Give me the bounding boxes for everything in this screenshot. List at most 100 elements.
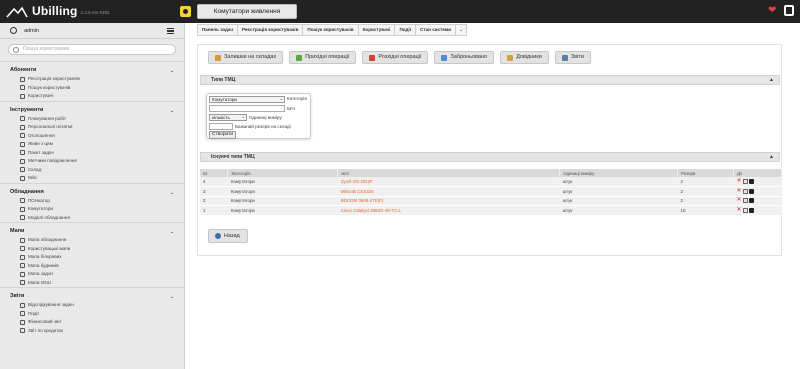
menu-toggle-icon[interactable] — [167, 28, 174, 34]
chevron-down-icon[interactable]: ⌄ — [170, 227, 174, 237]
sidebar-item[interactable]: Персональні нотатки — [0, 123, 184, 132]
action-button[interactable]: Залишки на складах — [208, 51, 284, 64]
sidebar-item[interactable]: Пошук користувачів — [0, 84, 184, 93]
type-name-link[interactable]: Cisco Catalyst 2960G-48-TC-L — [337, 205, 560, 216]
app-version: 1.4.9 rev 9192 — [80, 10, 110, 15]
delete-icon[interactable]: ✕ — [737, 197, 742, 203]
table-cell: 2 — [677, 186, 734, 197]
chevron-down-icon[interactable]: ⌄ — [170, 292, 174, 302]
reserve-input[interactable] — [209, 123, 233, 130]
sidebar-item[interactable]: Склад — [0, 166, 184, 175]
photo-icon[interactable] — [748, 198, 754, 204]
sidebar-item-label: Персональні нотатки — [28, 124, 73, 129]
action-icon — [215, 54, 221, 61]
sidebar-item[interactable]: Користувацькі мапи — [0, 245, 184, 254]
sidebar-item-label: Мапа білкравих — [28, 254, 62, 259]
action-button[interactable]: Довідники — [500, 51, 549, 64]
nav-section-title: Абоненти — [10, 67, 37, 73]
sidebar-item[interactable]: Реєстрація користувачів — [0, 75, 184, 84]
photo-icon[interactable] — [748, 207, 754, 213]
edit-icon[interactable] — [742, 198, 748, 204]
sidebar-item[interactable]: Події — [0, 310, 184, 319]
back-button[interactable]: Назад — [208, 229, 248, 243]
name-input[interactable] — [209, 105, 285, 112]
edit-icon[interactable] — [742, 188, 748, 194]
create-button[interactable]: Створити — [209, 131, 237, 139]
delete-icon[interactable]: ✕ — [737, 188, 742, 194]
breadcrumb-more-icon[interactable]: ⌄ — [456, 24, 468, 36]
chevron-down-icon[interactable]: ⌄ — [170, 188, 174, 198]
sidebar-item[interactable]: Wiki — [0, 174, 184, 183]
edit-icon[interactable] — [742, 207, 748, 213]
collapse-arrow-icon[interactable]: ▲ — [769, 153, 774, 161]
app-logo[interactable]: Ubilling 1.4.9 rev 9192 — [6, 4, 109, 18]
sidebar-item-label: Звіт по кредитах — [28, 327, 64, 333]
type-name-link[interactable]: Mikrotik CSS326 — [337, 186, 560, 197]
sidebar-item[interactable]: ПОНкатор — [0, 197, 184, 206]
sidebar-item[interactable]: Планування робіт — [0, 115, 184, 124]
sidebar: admin Пошук користувачів Абоненти ⌄ Реєстр… — [0, 23, 185, 369]
action-button[interactable]: Розхідні операції — [362, 51, 429, 64]
sidebar-item[interactable]: Користувачі — [0, 92, 184, 101]
panel-existing-header[interactable]: Існуючі типи ТМЦ ▲ — [200, 152, 780, 162]
chevron-down-icon[interactable]: ⌄ — [170, 66, 174, 76]
menu-item-icon — [20, 198, 25, 204]
chevron-down-icon[interactable]: ⌄ — [170, 106, 174, 116]
sidebar-item[interactable]: Живе з цим — [0, 140, 184, 149]
type-name-link[interactable]: BDCOM 3608-2TE(F) — [337, 196, 560, 206]
collapse-arrow-icon[interactable]: ▲ — [769, 76, 774, 84]
photo-icon[interactable] — [748, 179, 754, 185]
table-row: 4 Комутатори Zyxel GS-3012F штук 2 ✕ — [200, 177, 782, 187]
action-button-label: Довідники — [516, 54, 542, 60]
sidebar-item[interactable]: Метчики повідомлення — [0, 157, 184, 166]
sidebar-item[interactable]: Моделі обладнання — [0, 214, 184, 223]
edit-icon[interactable] — [742, 179, 748, 185]
sidebar-item[interactable]: Комутатори — [0, 205, 184, 214]
panel-types-header[interactable]: Типи ТМЦ ▲ — [200, 75, 780, 85]
delete-icon[interactable]: ✕ — [737, 178, 742, 184]
sidebar-item[interactable]: Мапа обладнання — [0, 236, 184, 245]
action-icon — [561, 54, 568, 61]
sidebar-item-label: Мапа задач — [28, 271, 53, 276]
nav-section-header[interactable]: Обладнання ⌄ — [0, 187, 184, 197]
photo-icon[interactable] — [748, 188, 754, 194]
sidebar-item[interactable]: Оголошення — [0, 132, 184, 141]
sidebar-item[interactable]: Відслідкування задач — [0, 301, 184, 310]
nav-section-header[interactable]: Звіти ⌄ — [0, 291, 184, 301]
sidebar-item[interactable]: Фінансовий звіт — [0, 318, 184, 327]
type-name-link[interactable]: Zyxel GS-3012F — [337, 177, 560, 187]
breadcrumb-item[interactable]: Стан системи — [416, 24, 457, 36]
table-header-row: ID Категорія Ім'я Одиниці виміру Резерв Дії — [200, 169, 782, 177]
sidebar-item[interactable]: Звіт по кредитах — [0, 327, 184, 336]
table-cell: 2 — [677, 177, 734, 187]
breadcrumb-item[interactable]: Реєстрація користувачів — [238, 24, 304, 36]
sidebar-item[interactable]: Мапа будинків — [0, 262, 184, 271]
logout-icon[interactable] — [784, 5, 794, 16]
action-button[interactable]: Заброньовано — [434, 51, 495, 64]
search-input[interactable]: Пошук користувачів — [8, 44, 176, 55]
nav-section-header[interactable]: Абоненти ⌄ — [0, 65, 184, 75]
nav-section-header[interactable]: Інструменти ⌄ — [0, 105, 184, 115]
power-icon[interactable] — [10, 27, 17, 34]
sidebar-item[interactable]: Мапа ONU — [0, 279, 184, 288]
unit-select[interactable]: кількість — [209, 114, 247, 121]
sidebar-nav: Абоненти ⌄ Реєстрація користувачів Пошук ко… — [0, 61, 184, 335]
sidebar-item[interactable]: Мапа задач — [0, 270, 184, 279]
heart-icon[interactable]: ❤ — [768, 6, 776, 16]
breadcrumb-item[interactable]: Пошук користувачів — [303, 24, 359, 36]
action-button[interactable]: Прихідні операції — [289, 51, 357, 64]
delete-icon[interactable]: ✕ — [737, 207, 742, 213]
sidebar-item-label: Планування робіт — [28, 115, 67, 121]
action-button[interactable]: Звіти — [554, 51, 591, 64]
breadcrumb-item[interactable]: Події — [395, 24, 417, 36]
table-cell: 10 — [677, 205, 734, 216]
main-content: Залишки на складах Прихідні операції Розхі… — [197, 44, 782, 256]
nav-section-header[interactable]: Мапи ⌄ — [0, 226, 184, 236]
action-button-label: Заброньовано — [450, 54, 488, 60]
sidebar-item[interactable]: Мапа білкравих — [0, 253, 184, 262]
breadcrumb-item[interactable]: Панель задач — [197, 24, 239, 36]
sidebar-item-label: Відслідкування задач — [28, 302, 74, 307]
category-select[interactable]: Комутатори — [209, 96, 285, 103]
breadcrumb-item[interactable]: Користувачі — [358, 24, 396, 36]
sidebar-item[interactable]: Пакет задач — [0, 149, 184, 158]
